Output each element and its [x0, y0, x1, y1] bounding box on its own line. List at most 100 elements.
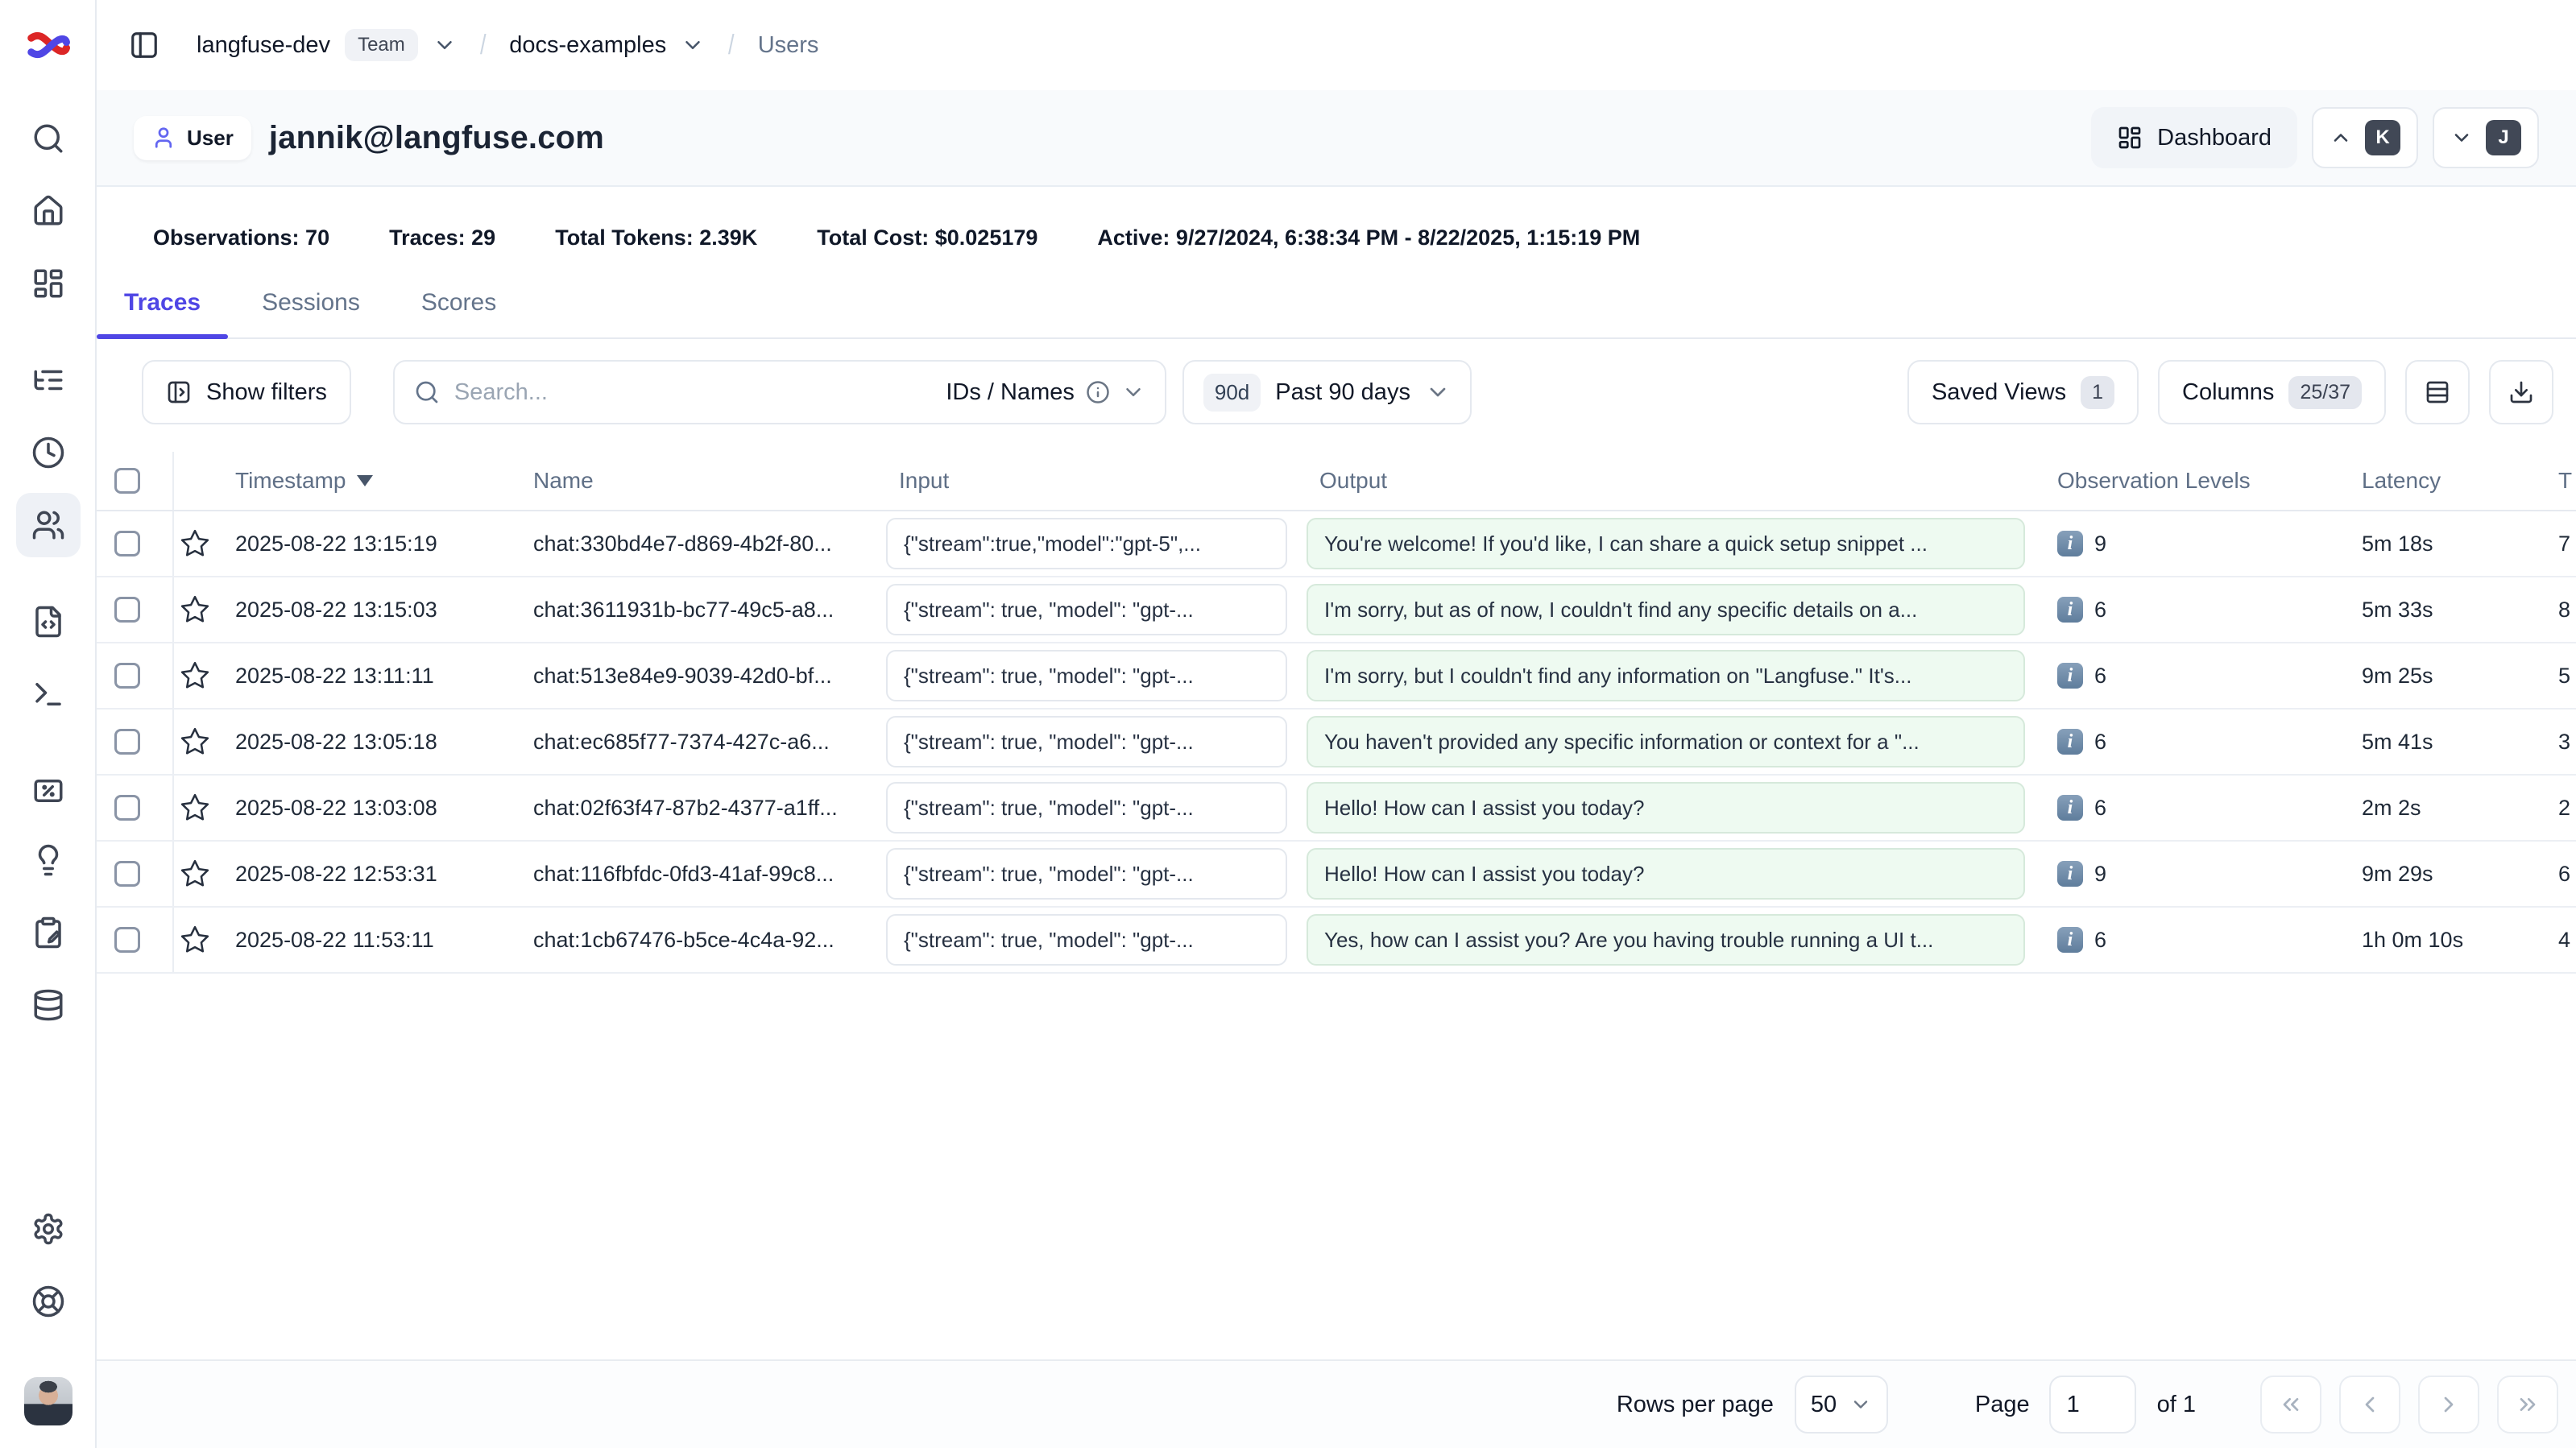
row-checkbox[interactable]	[114, 597, 140, 623]
search-input[interactable]	[454, 379, 931, 406]
cell-name: chat:330bd4e7-d869-4b2f-80...	[514, 532, 880, 556]
date-range-label: Past 90 days	[1275, 379, 1410, 406]
evaluation-icon[interactable]	[29, 772, 68, 810]
chevron-down-icon	[2450, 126, 2473, 149]
table-row[interactable]: 2025-08-22 11:53:11 chat:1cb67476-b5ce-4…	[97, 908, 2576, 974]
bookmark-star-icon[interactable]	[174, 908, 216, 972]
chevron-down-icon	[1425, 379, 1451, 405]
users-icon[interactable]	[29, 506, 68, 544]
column-header-timestamp[interactable]: Timestamp	[216, 468, 514, 494]
prev-page-button[interactable]	[2339, 1376, 2400, 1434]
bookmark-star-icon[interactable]	[174, 842, 216, 906]
tracing-tree-icon[interactable]	[29, 361, 68, 399]
cell-input[interactable]: {"stream": true, "model": "gpt-...	[880, 782, 1300, 834]
row-checkbox[interactable]	[114, 729, 140, 755]
row-checkbox[interactable]	[114, 927, 140, 953]
prev-user-button[interactable]: K	[2312, 107, 2418, 168]
cell-input[interactable]: {"stream": true, "model": "gpt-...	[880, 584, 1300, 635]
lightbulb-icon[interactable]	[29, 841, 68, 879]
table-row[interactable]: 2025-08-22 13:11:11 chat:513e84e9-9039-4…	[97, 643, 2576, 710]
datasets-database-icon[interactable]	[29, 986, 68, 1024]
cell-timestamp: 2025-08-22 13:15:03	[216, 598, 514, 623]
table-row[interactable]: 2025-08-22 13:15:19 chat:330bd4e7-d869-4…	[97, 511, 2576, 577]
search-scope-dropdown[interactable]: IDs / Names	[946, 379, 1145, 406]
column-header-name: Name	[514, 468, 880, 494]
tab-scores[interactable]: Scores	[394, 289, 524, 337]
cell-latency: 2m 2s	[2342, 796, 2539, 821]
settings-gear-icon[interactable]	[29, 1210, 68, 1248]
cell-output[interactable]: You're welcome! If you'd like, I can sha…	[1300, 518, 2038, 569]
cell-latency: 1h 0m 10s	[2342, 928, 2539, 953]
annotation-clipboard-pen-icon[interactable]	[29, 913, 68, 952]
next-page-button[interactable]	[2418, 1376, 2479, 1434]
breadcrumb-project[interactable]: docs-examples	[509, 32, 666, 59]
row-checkbox[interactable]	[114, 531, 140, 556]
cell-output[interactable]: You haven't provided any specific inform…	[1300, 716, 2038, 767]
cell-input[interactable]: {"stream":true,"model":"gpt-5",...	[880, 518, 1300, 569]
row-checkbox[interactable]	[114, 861, 140, 887]
cell-output[interactable]: I'm sorry, but I couldn't find any infor…	[1300, 650, 2038, 701]
bookmark-star-icon[interactable]	[174, 643, 216, 708]
cell-output[interactable]: Hello! How can I assist you today?	[1300, 848, 2038, 900]
bookmark-star-icon[interactable]	[174, 577, 216, 642]
cell-observation-levels: i9	[2038, 861, 2342, 887]
langfuse-logo-icon[interactable]	[24, 21, 72, 69]
prompts-file-code-icon[interactable]	[29, 602, 68, 641]
playground-terminal-icon[interactable]	[29, 675, 68, 714]
stat-active-range: Active: 9/27/2024, 6:38:34 PM - 8/22/202…	[1097, 225, 1640, 250]
next-user-button[interactable]: J	[2433, 107, 2539, 168]
first-page-button[interactable]	[2260, 1376, 2321, 1434]
home-icon[interactable]	[29, 192, 68, 230]
cell-input[interactable]: {"stream": true, "model": "gpt-...	[880, 716, 1300, 767]
cell-output[interactable]: I'm sorry, but as of now, I couldn't fin…	[1300, 584, 2038, 635]
support-lifebuoy-icon[interactable]	[29, 1282, 68, 1321]
tab-traces[interactable]: Traces	[97, 289, 228, 337]
sessions-clock-icon[interactable]	[29, 433, 68, 472]
row-height-button[interactable]	[2405, 360, 2470, 424]
table-row[interactable]: 2025-08-22 12:53:31 chat:116fbfdc-0fd3-4…	[97, 842, 2576, 908]
cell-output[interactable]: Yes, how can I assist you? Are you havin…	[1300, 914, 2038, 966]
search-icon	[414, 379, 440, 405]
main-area: langfuse-dev Team / docs-examples / User…	[97, 0, 2576, 1448]
chevron-right-icon	[2436, 1392, 2462, 1417]
bookmark-star-icon[interactable]	[174, 710, 216, 774]
select-all-checkbox[interactable]	[114, 468, 140, 494]
cell-latency: 9m 29s	[2342, 862, 2539, 887]
cell-input[interactable]: {"stream": true, "model": "gpt-...	[880, 914, 1300, 966]
cell-input[interactable]: {"stream": true, "model": "gpt-...	[880, 650, 1300, 701]
bookmark-star-icon[interactable]	[174, 776, 216, 840]
export-button[interactable]	[2489, 360, 2553, 424]
table-body: 2025-08-22 13:15:19 chat:330bd4e7-d869-4…	[97, 511, 2576, 974]
table-row[interactable]: 2025-08-22 13:15:03 chat:3611931b-bc77-4…	[97, 577, 2576, 643]
keyboard-shortcut-j: J	[2486, 120, 2521, 155]
chevron-down-icon[interactable]	[433, 33, 457, 57]
sidebar-toggle-icon[interactable]	[129, 30, 159, 60]
page-number-input[interactable]	[2049, 1376, 2136, 1434]
table-row[interactable]: 2025-08-22 13:05:18 chat:ec685f77-7374-4…	[97, 710, 2576, 776]
row-checkbox[interactable]	[114, 795, 140, 821]
search-icon[interactable]	[29, 119, 68, 158]
bookmark-star-icon[interactable]	[174, 511, 216, 576]
dashboard-button[interactable]: Dashboard	[2091, 107, 2297, 168]
tab-sessions[interactable]: Sessions	[234, 289, 387, 337]
rows-per-page-label: Rows per page	[1617, 1392, 1774, 1418]
dashboards-icon[interactable]	[29, 264, 68, 303]
info-level-icon: i	[2057, 861, 2083, 887]
column-header-tokens-clipped: T	[2539, 468, 2576, 494]
row-checkbox[interactable]	[114, 663, 140, 689]
rows-per-page-select[interactable]: 50	[1795, 1376, 1888, 1434]
columns-button[interactable]: Columns 25/37	[2158, 360, 2386, 424]
breadcrumb-bar: langfuse-dev Team / docs-examples / User…	[97, 0, 2576, 90]
date-range-button[interactable]: 90d Past 90 days	[1182, 360, 1472, 424]
saved-views-button[interactable]: Saved Views 1	[1907, 360, 2139, 424]
cell-input[interactable]: {"stream": true, "model": "gpt-...	[880, 848, 1300, 900]
user-avatar[interactable]	[24, 1377, 72, 1425]
cell-output[interactable]: Hello! How can I assist you today?	[1300, 782, 2038, 834]
chevron-down-icon[interactable]	[681, 33, 705, 57]
cell-name: chat:1cb67476-b5ce-4c4a-92...	[514, 928, 880, 953]
last-page-button[interactable]	[2497, 1376, 2558, 1434]
breadcrumb-org[interactable]: langfuse-dev	[197, 32, 330, 59]
table-row[interactable]: 2025-08-22 13:03:08 chat:02f63f47-87b2-4…	[97, 776, 2576, 842]
show-filters-button[interactable]: Show filters	[142, 360, 351, 424]
download-icon	[2508, 379, 2534, 405]
